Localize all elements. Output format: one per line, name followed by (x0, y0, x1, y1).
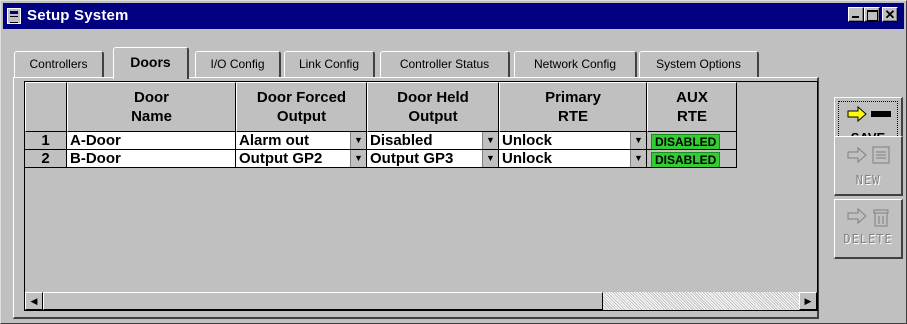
scroll-right-button[interactable]: ▶ (799, 292, 817, 310)
aux-rte-cell[interactable]: DISABLED (647, 132, 737, 150)
held-output-select[interactable]: Output GP3 ▼ (367, 150, 499, 168)
select-value: Alarm out (239, 132, 310, 149)
column-header-door-name[interactable]: Door Name (67, 82, 236, 132)
header-line: Door (134, 89, 169, 106)
door-name-cell[interactable]: A-Door (67, 132, 236, 150)
tab-controllers[interactable]: Controllers (14, 51, 104, 77)
status-badge: DISABLED (651, 134, 721, 149)
tab-io-config[interactable]: I/O Config (195, 51, 281, 77)
close-icon: ✕ (884, 7, 896, 22)
dropdown-arrow-icon[interactable]: ▼ (350, 150, 366, 167)
column-header-door-forced-output[interactable]: Door Forced Output (236, 82, 367, 132)
column-header-primary-rte[interactable]: Primary RTE (499, 82, 647, 132)
setup-system-window: Setup System ✕ Controllers Doors I/O Con… (0, 0, 907, 324)
tab-network-config[interactable]: Network Config (514, 51, 637, 77)
right-arrow-icon: ▶ (804, 296, 812, 306)
header-line: Primary (545, 89, 601, 106)
arrow-to-slot-icon (835, 104, 901, 124)
grid-corner (25, 82, 67, 132)
select-value: Disabled (370, 132, 433, 149)
doors-grid: Door Name Door Forced Output Door Held O… (24, 81, 818, 311)
header-line: Door Forced (256, 89, 347, 106)
header-line: Output (408, 108, 458, 125)
row-number[interactable]: 1 (25, 132, 67, 150)
door-name-cell[interactable]: B-Door (67, 150, 236, 168)
arrow-to-trash-icon (835, 206, 901, 227)
dropdown-arrow-icon[interactable]: ▼ (630, 132, 646, 149)
dropdown-arrow-icon[interactable]: ▼ (630, 150, 646, 167)
minimize-button[interactable] (848, 7, 864, 22)
horizontal-scrollbar[interactable]: ◀ ▶ (25, 292, 817, 310)
forced-output-select[interactable]: Alarm out ▼ (236, 132, 367, 150)
tab-link-config[interactable]: Link Config (284, 51, 375, 77)
app-icon (7, 8, 21, 24)
left-arrow-icon: ◀ (30, 296, 38, 306)
primary-rte-select[interactable]: Unlock ▼ (499, 132, 647, 150)
arrow-to-list-icon (835, 143, 901, 164)
row-number[interactable]: 2 (25, 150, 67, 168)
select-value: Unlock (502, 132, 553, 149)
dropdown-arrow-icon[interactable]: ▼ (482, 150, 498, 167)
forced-output-select[interactable]: Output GP2 ▼ (236, 150, 367, 168)
header-line: Output (276, 108, 327, 125)
header-line: Name (131, 108, 172, 125)
window-title: Setup System (27, 7, 129, 24)
column-header-door-held-output[interactable]: Door Held Output (367, 82, 499, 132)
held-output-select[interactable]: Disabled ▼ (367, 132, 499, 150)
scroll-thumb[interactable] (43, 292, 603, 310)
maximize-button[interactable] (864, 7, 880, 22)
column-header-aux-rte[interactable]: AUX RTE (647, 82, 737, 132)
header-line: Door Held (397, 89, 469, 106)
title-bar[interactable]: Setup System ✕ (3, 3, 904, 29)
dropdown-arrow-icon[interactable]: ▼ (350, 132, 366, 149)
select-value: Output GP2 (239, 150, 323, 167)
header-line: AUX (676, 89, 708, 106)
select-value: Output GP3 (370, 150, 454, 167)
aux-rte-cell[interactable]: DISABLED (647, 150, 737, 168)
header-line: RTE (677, 108, 707, 125)
tab-system-options[interactable]: System Options (639, 51, 759, 77)
status-badge: DISABLED (651, 152, 721, 167)
tab-controller-status[interactable]: Controller Status (380, 51, 510, 77)
scroll-left-button[interactable]: ◀ (25, 292, 43, 310)
primary-rte-select[interactable]: Unlock ▼ (499, 150, 647, 168)
close-button[interactable]: ✕ (882, 7, 898, 22)
delete-button[interactable]: DELETE (834, 199, 903, 259)
header-line: RTE (558, 108, 588, 125)
dropdown-arrow-icon[interactable]: ▼ (482, 132, 498, 149)
new-button[interactable]: NEW (834, 136, 903, 196)
delete-label: DELETE (843, 232, 893, 246)
tab-doors[interactable]: Doors (113, 47, 189, 79)
select-value: Unlock (502, 150, 553, 167)
new-label: NEW (855, 173, 881, 187)
